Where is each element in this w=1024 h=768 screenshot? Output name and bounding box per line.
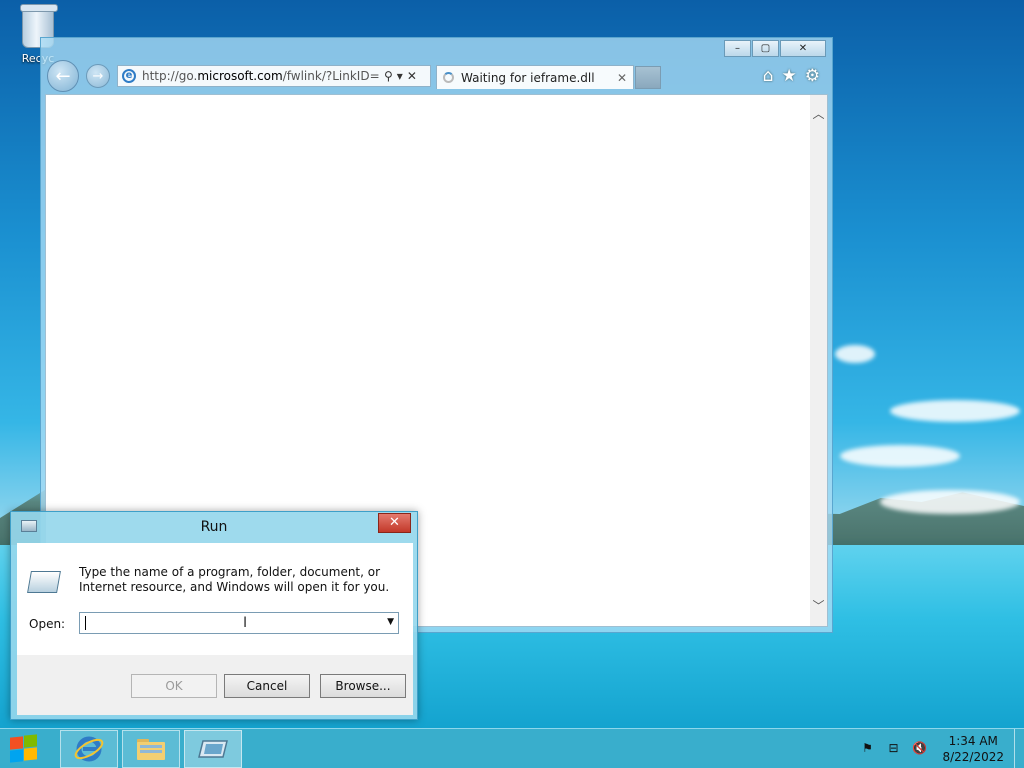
favorites-icon[interactable]: ★	[782, 66, 797, 86]
clock-time: 1:34 AM	[948, 734, 998, 748]
vertical-scrollbar[interactable]: ︿ ﹀	[810, 95, 827, 626]
address-bar[interactable]: e http://go.microsoft.com/fwlink/?LinkID…	[117, 65, 431, 87]
clock[interactable]: 1:34 AM 8/22/2022	[942, 733, 1004, 765]
open-label: Open:	[29, 617, 66, 631]
back-arrow-icon: ←	[55, 65, 71, 87]
forward-button[interactable]: →	[86, 64, 110, 88]
run-program-icon	[27, 571, 61, 593]
run-icon	[198, 740, 228, 758]
run-titlebar[interactable]: Run ✕	[11, 512, 417, 542]
windows-logo-icon	[24, 734, 37, 748]
chevron-down-icon[interactable]: ▼	[387, 617, 394, 627]
flag-icon[interactable]: ⚑	[858, 741, 876, 757]
windows-logo-icon	[24, 747, 37, 761]
address-url[interactable]: http://go.microsoft.com/fwlink/?LinkID=2…	[142, 69, 380, 83]
browse-button[interactable]: Browse...	[320, 674, 406, 698]
search-icon[interactable]: ⚲	[384, 69, 393, 83]
tools-gear-icon[interactable]: ⚙	[805, 66, 820, 86]
folder-icon	[137, 739, 165, 760]
ok-button[interactable]: OK	[131, 674, 217, 698]
clock-date: 8/22/2022	[942, 750, 1004, 764]
taskbar: ⚑ ⊟ 🔇 1:34 AM 8/22/2022	[0, 728, 1024, 768]
cloud	[835, 345, 875, 363]
windows-logo-icon	[10, 749, 23, 763]
cloud	[840, 445, 960, 467]
cancel-button[interactable]: Cancel	[224, 674, 310, 698]
forward-arrow-icon: →	[92, 68, 104, 84]
run-close-button[interactable]: ✕	[378, 513, 411, 533]
taskbar-ie-button[interactable]	[60, 730, 118, 768]
cloud	[890, 400, 1020, 422]
cloud	[880, 490, 1020, 514]
tab-title: Waiting for ieframe.dll	[461, 70, 595, 85]
run-description: Type the name of a program, folder, docu…	[79, 565, 390, 594]
network-icon[interactable]: ⊟	[884, 741, 902, 757]
taskbar-run-button[interactable]	[184, 730, 242, 768]
system-tray: ⚑ ⊟ 🔇 1:34 AM 8/22/2022	[858, 729, 1024, 768]
back-button[interactable]: ←	[47, 60, 79, 92]
home-icon[interactable]: ⌂	[763, 66, 774, 86]
ibeam-cursor-icon: I	[243, 615, 248, 631]
internet-explorer-icon	[74, 736, 104, 762]
minimize-button[interactable]: –	[724, 40, 751, 57]
run-body: Type the name of a program, folder, docu…	[17, 543, 413, 715]
scroll-down-icon[interactable]: ﹀	[810, 597, 827, 614]
new-tab-button[interactable]	[635, 66, 661, 89]
stop-icon[interactable]: ✕	[407, 69, 417, 83]
ie-page-icon: e	[122, 69, 136, 83]
start-button[interactable]	[8, 734, 38, 763]
windows-logo-icon	[10, 736, 23, 750]
scroll-up-icon[interactable]: ︿	[810, 105, 827, 122]
taskbar-explorer-button[interactable]	[122, 730, 180, 768]
text-caret	[85, 616, 86, 630]
url-prefix: http://go.	[142, 69, 198, 83]
volume-muted-icon[interactable]: 🔇	[910, 741, 928, 757]
address-dropdown-icon[interactable]: ▾	[397, 69, 403, 83]
close-button[interactable]: ✕	[780, 40, 826, 57]
browser-toolbar: ⌂ ★ ⚙	[763, 66, 820, 86]
loading-spinner-icon	[443, 72, 454, 83]
tab-close-icon[interactable]: ✕	[617, 71, 627, 85]
run-title: Run	[200, 519, 228, 535]
run-dialog: Run ✕ Type the name of a program, folder…	[10, 511, 418, 720]
open-combobox[interactable]: I ▼	[79, 612, 399, 634]
url-suffix: /fwlink/?LinkID=225	[282, 69, 380, 83]
window-controls: – ▢ ✕	[723, 40, 826, 57]
url-domain: microsoft.com	[197, 69, 283, 83]
show-desktop-button[interactable]	[1014, 729, 1024, 768]
restore-button[interactable]: ▢	[752, 40, 779, 57]
browser-tab[interactable]: Waiting for ieframe.dll ✕	[436, 65, 634, 89]
